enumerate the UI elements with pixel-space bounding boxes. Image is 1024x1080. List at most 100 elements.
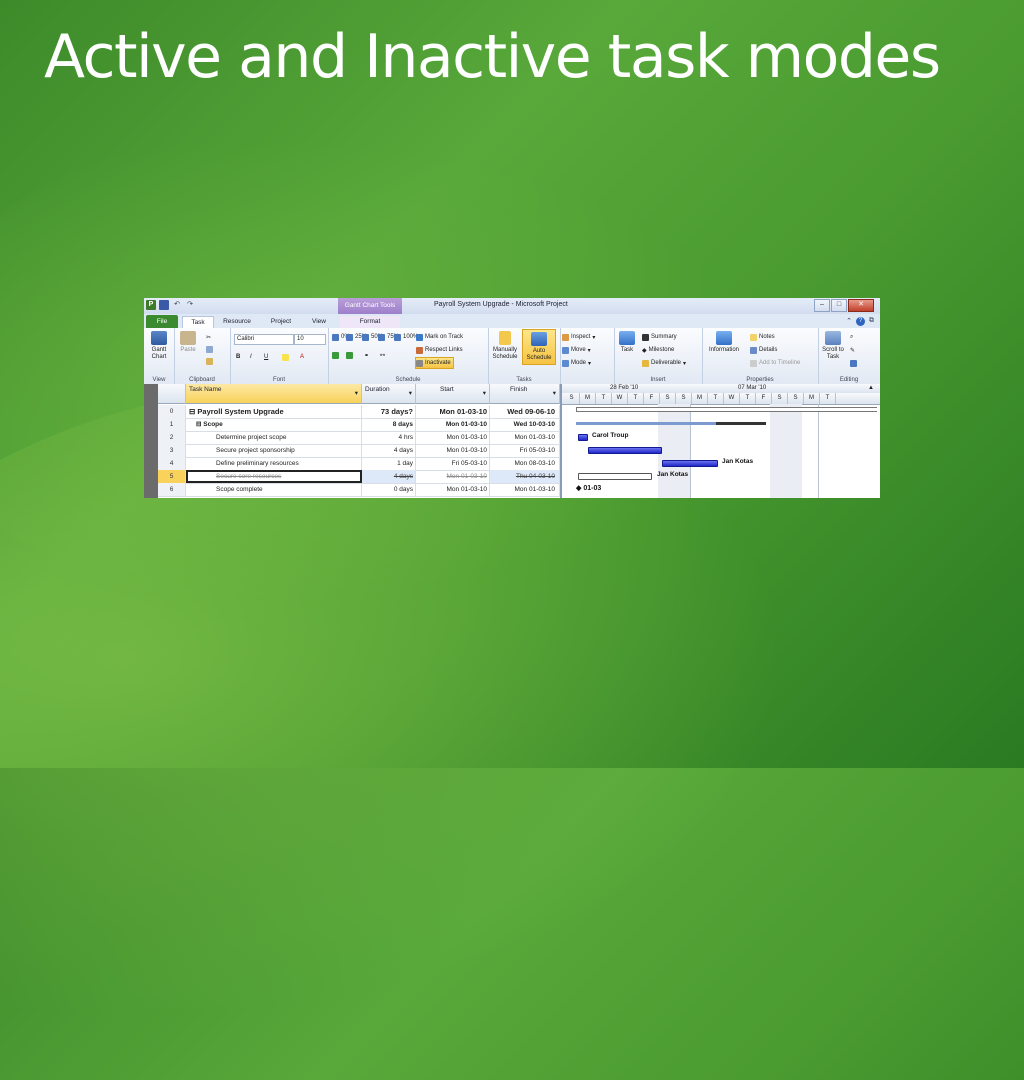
information-icon: [716, 331, 732, 345]
minimize-button[interactable]: –: [814, 299, 830, 312]
move-button[interactable]: Move ▾: [562, 345, 591, 355]
timescale-day: S: [564, 393, 580, 404]
task-bar-sponsorship[interactable]: [588, 447, 662, 454]
save-icon[interactable]: [159, 300, 169, 310]
slide-title: Active and Inactive task modes: [44, 22, 941, 92]
eraser-icon: ✎: [850, 347, 856, 354]
task-bar-determine-scope[interactable]: [578, 434, 588, 441]
minimize-ribbon-icon[interactable]: ⌃: [846, 317, 852, 326]
information-button[interactable]: Information: [704, 331, 744, 354]
add-to-timeline-button[interactable]: Add to Timeline: [750, 358, 800, 368]
summary-button[interactable]: Summary: [642, 332, 677, 342]
close-button[interactable]: ✕: [848, 299, 874, 312]
redo-icon[interactable]: ↷: [185, 300, 195, 310]
font-name-select[interactable]: Calibri: [234, 334, 294, 345]
table-row[interactable]: 2 Determine project scope 4 hrs Mon 01-0…: [158, 431, 560, 445]
find-button[interactable]: ⌕: [850, 332, 853, 342]
tab-project[interactable]: Project: [264, 316, 298, 328]
maximize-button[interactable]: □: [831, 299, 847, 312]
cut-button[interactable]: ✂: [206, 332, 211, 342]
collapse-icon[interactable]: ⊟: [196, 421, 201, 428]
link-icon: ⚭: [364, 352, 370, 359]
copy-icon: [206, 345, 213, 353]
move-icon: [562, 346, 569, 354]
timeline-icon: [750, 359, 757, 367]
percent-complete-100[interactable]: 100%: [394, 332, 418, 342]
gantt-chart-icon: [151, 331, 167, 345]
table-row[interactable]: 6 Scope complete 0 days Mon 01-03-10 Mon…: [158, 483, 560, 497]
format-painter-button[interactable]: [206, 356, 213, 366]
table-row-inactive[interactable]: 5 Secure core resources 4 days Mon 01-03…: [158, 470, 560, 484]
unlink-button[interactable]: ⚯: [380, 350, 385, 360]
select-all-corner[interactable]: [158, 384, 186, 404]
auto-schedule-icon: [531, 332, 547, 346]
mode-button[interactable]: Mode ▾: [562, 358, 591, 368]
scroll-up-icon[interactable]: ▲: [868, 384, 874, 393]
group-editing: Scroll to Task ⌕ ✎ Editing: [818, 328, 880, 384]
milestone-marker[interactable]: ◆ 01-03: [576, 484, 601, 492]
underline-button[interactable]: U: [264, 352, 268, 362]
bold-button[interactable]: B: [236, 352, 240, 362]
table-row[interactable]: 4 Define preliminary resources 1 day Fri…: [158, 457, 560, 471]
help-icon[interactable]: ?: [856, 317, 865, 326]
manually-schedule-button[interactable]: Manually Schedule: [490, 331, 520, 361]
milestone-icon: ◆: [576, 485, 582, 492]
task-bar-preliminary-resources[interactable]: [662, 460, 718, 467]
respect-links-button[interactable]: Respect Links: [416, 345, 463, 355]
week-label: 07 Mar '10: [738, 385, 767, 391]
link-button[interactable]: ⚭: [364, 350, 369, 360]
gantt-chart[interactable]: 28 Feb '10 07 Mar '10 ▲ SMTWTFSSMTWTFSSM…: [560, 384, 880, 498]
undo-icon[interactable]: ↶: [172, 300, 182, 310]
tab-format[interactable]: Format: [340, 316, 400, 328]
outdent-button[interactable]: [332, 350, 339, 360]
tab-resource[interactable]: Resource: [218, 316, 256, 328]
column-header-duration[interactable]: Duration ▾: [362, 384, 416, 404]
table-row[interactable]: 3 Secure project sponsorship 4 days Mon …: [158, 444, 560, 458]
notes-icon: [750, 333, 757, 341]
font-size-select[interactable]: 10: [294, 334, 326, 345]
tab-file[interactable]: File: [146, 315, 178, 328]
inspect-button[interactable]: Inspect ▾: [562, 332, 595, 342]
font-color-button[interactable]: A: [300, 352, 304, 362]
respect-links-icon: [416, 346, 423, 354]
column-header-start[interactable]: Start ▾: [416, 384, 490, 404]
insert-task-button[interactable]: Task: [616, 331, 638, 354]
table-row[interactable]: 1 ⊟ Scope 8 days Mon 01-03-10 Wed 10-03-…: [158, 418, 560, 432]
paste-button[interactable]: Paste: [178, 331, 198, 354]
collapse-icon[interactable]: ⊟: [189, 407, 195, 416]
timescale-day: W: [724, 393, 740, 404]
gantt-chart-button[interactable]: Gantt Chart: [147, 331, 171, 361]
auto-schedule-button[interactable]: Auto Schedule: [522, 329, 556, 365]
week-label: 28 Feb '10: [610, 385, 639, 391]
mark-on-track-button[interactable]: Mark on Track: [416, 332, 463, 342]
gantt-chart-tools-tab: Gantt Chart Tools: [338, 298, 402, 314]
inactive-task-bar[interactable]: [578, 473, 652, 480]
inactivate-button[interactable]: Inactivate: [415, 357, 454, 369]
milestone-button[interactable]: ◆ Milestone: [642, 345, 674, 355]
mark-on-track-icon: [416, 333, 423, 341]
clear-button[interactable]: ✎: [850, 345, 855, 355]
ribbon: Gantt Chart View Paste ✂ Clipboard Calib…: [144, 328, 880, 385]
copy-button[interactable]: [206, 344, 213, 354]
details-button[interactable]: Details: [750, 345, 777, 355]
deliverable-button[interactable]: Deliverable ▾: [642, 358, 686, 368]
column-header-finish[interactable]: Finish ▾: [490, 384, 560, 404]
group-font: Calibri 10 B I U A Font: [230, 328, 329, 384]
restore-icon[interactable]: ⧉: [869, 317, 874, 326]
project-summary-bar[interactable]: [576, 407, 877, 412]
scroll-to-task-button[interactable]: Scroll to Task: [820, 331, 846, 361]
indent-button[interactable]: [346, 350, 353, 360]
notes-button[interactable]: Notes: [750, 332, 775, 342]
timescale-day: T: [596, 393, 612, 404]
timescale-day: M: [804, 393, 820, 404]
timescale-day: T: [708, 393, 724, 404]
font-color-icon: A: [300, 354, 305, 360]
fill-button[interactable]: [850, 358, 857, 368]
tab-view[interactable]: View: [306, 316, 332, 328]
table-row[interactable]: 0 ⊟ Payroll System Upgrade 73 days? Mon …: [158, 405, 560, 419]
ms-project-window: P ↶ ↷ Gantt Chart Tools Payroll System U…: [144, 298, 880, 498]
column-header-task-name[interactable]: Task Name ▾: [186, 384, 362, 404]
italic-button[interactable]: I: [250, 352, 252, 362]
highlight-color-button[interactable]: [282, 352, 289, 362]
project-app-icon: P: [146, 300, 156, 310]
